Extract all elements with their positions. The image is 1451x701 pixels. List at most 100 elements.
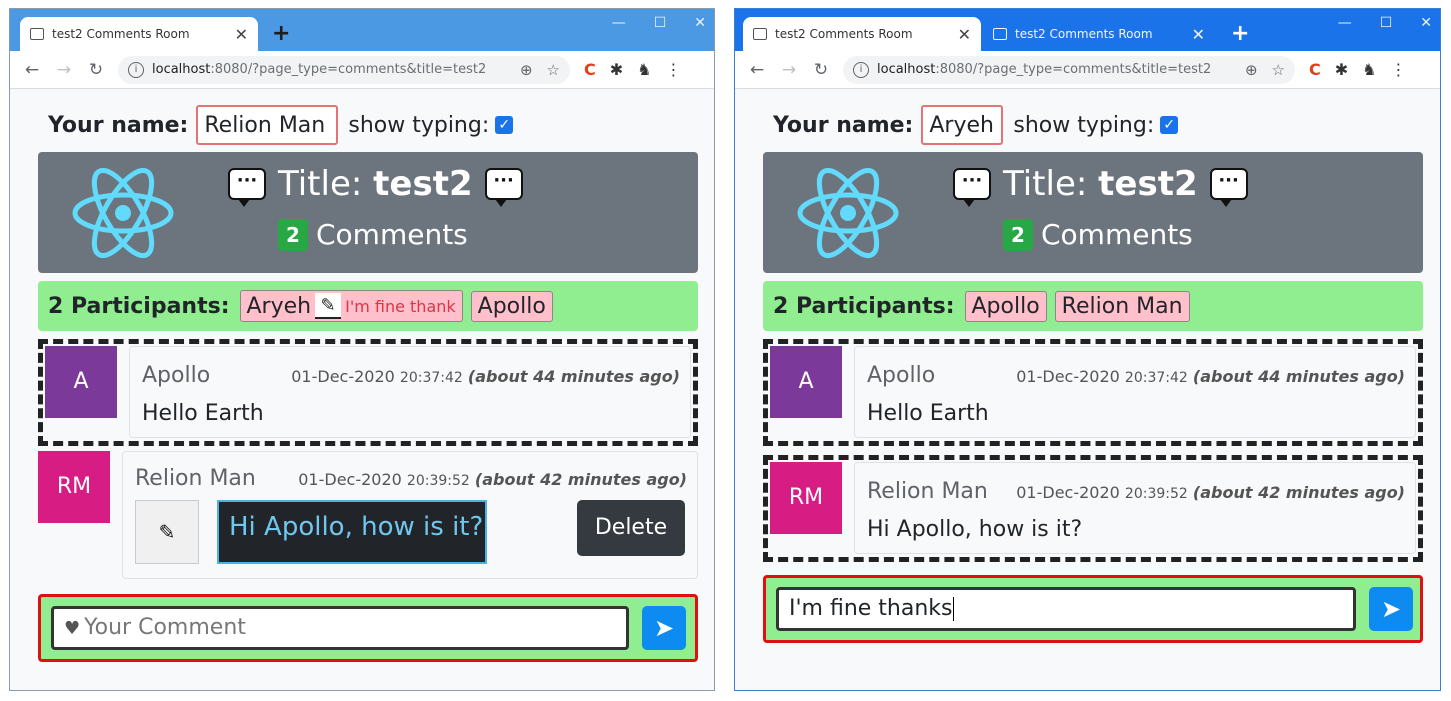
url-field[interactable]: i localhost:8080/?page_type=comments&tit… — [843, 55, 1295, 84]
reload-icon[interactable]: ↻ — [80, 60, 112, 80]
comment-item: A Apollo 01-Dec-2020 20:37:42 (about 44 … — [38, 339, 698, 446]
participant-name: Apollo — [477, 293, 546, 319]
maximize-icon[interactable]: ☐ — [1380, 15, 1393, 31]
close-icon[interactable]: ✕ — [958, 25, 971, 44]
close-window-icon[interactable]: ✕ — [1420, 15, 1432, 31]
extension-c-icon[interactable]: C — [1309, 60, 1321, 79]
relative-time: (about 44 minutes ago) — [467, 367, 680, 386]
comment-item: RM Relion Man 01-Dec-2020 20:39:52 (abou… — [38, 451, 698, 581]
comment-date: 01-Dec-2020 20:37:42 (about 44 minutes a… — [291, 367, 680, 386]
send-icon: ➤ — [653, 614, 675, 642]
menu-dots-icon[interactable]: ⋮ — [666, 60, 682, 79]
info-icon[interactable]: i — [128, 61, 144, 78]
comment-date: 01-Dec-2020 20:37:42 (about 44 minutes a… — [1016, 367, 1405, 386]
date-text: 01-Dec-2020 — [291, 367, 395, 386]
heart-icon: ♥ — [64, 618, 81, 639]
comment-tab-icon — [30, 28, 44, 40]
minimize-icon[interactable]: — — [612, 15, 626, 31]
relative-time: (about 42 minutes ago) — [1192, 483, 1405, 502]
title-bar: test2 Comments Room ✕ + — ☐ ✕ — [10, 9, 714, 51]
address-bar: ← → ↻ i localhost:8080/?page_type=commen… — [735, 51, 1440, 89]
relative-time: (about 42 minutes ago) — [474, 470, 687, 489]
time-text: 20:37:42 — [1124, 370, 1188, 386]
text-caret — [952, 597, 954, 621]
edit-comment-field[interactable]: Hi Apollo, how is it? — [217, 500, 487, 564]
date-text: 01-Dec-2020 — [298, 470, 402, 489]
time-text: 20:39:52 — [406, 473, 470, 489]
maximize-icon[interactable]: ☐ — [654, 15, 667, 31]
date-text: 01-Dec-2020 — [1016, 483, 1120, 502]
extensions: C ✱ ♞ ⋮ — [584, 60, 682, 79]
browser-tab[interactable]: test2 Comments Room ✕ — [743, 17, 981, 51]
avatar: A — [770, 346, 842, 418]
browser-window-left: test2 Comments Room ✕ + — ☐ ✕ ← → ↻ i lo… — [9, 8, 715, 691]
new-tab-icon[interactable]: + — [272, 21, 290, 46]
comment-author: Apollo — [867, 363, 936, 388]
tab-title: test2 Comments Room — [52, 27, 190, 41]
comment-card: Relion Man 01-Dec-2020 20:39:52 (about 4… — [122, 451, 698, 579]
speech-bubble-icon: ··· — [1209, 168, 1248, 207]
send-button[interactable]: ➤ — [1369, 587, 1413, 631]
comment-input-value: I'm fine thanks — [789, 596, 953, 621]
send-button[interactable]: ➤ — [642, 606, 686, 650]
comment-card: Relion Man 01-Dec-2020 20:39:52 (about 4… — [854, 462, 1416, 554]
avatar: RM — [38, 451, 110, 523]
participant-pill: Relion Man — [1054, 290, 1190, 322]
close-window-icon[interactable]: ✕ — [694, 15, 706, 31]
extension-animal-icon[interactable]: ♞ — [1362, 60, 1376, 79]
back-icon[interactable]: ← — [16, 60, 48, 80]
participant-pill: Apollo — [964, 290, 1047, 322]
comment-item: RM Relion Man 01-Dec-2020 20:39:52 (abou… — [763, 455, 1423, 562]
close-icon[interactable]: ✕ — [235, 25, 248, 44]
menu-dots-icon[interactable]: ⋮ — [1391, 60, 1407, 79]
close-icon[interactable]: ✕ — [1192, 25, 1205, 44]
url-path: :8080/?page_type=comments&title=test2 — [935, 62, 1212, 77]
back-icon[interactable]: ← — [741, 60, 773, 80]
bookmark-star-icon[interactable]: ☆ — [547, 61, 560, 79]
info-icon[interactable]: i — [853, 61, 869, 78]
bookmark-star-icon[interactable]: ☆ — [1272, 61, 1285, 79]
extension-animal-icon[interactable]: ♞ — [637, 60, 651, 79]
comment-author: Relion Man — [867, 479, 988, 504]
forward-icon[interactable]: → — [48, 60, 80, 80]
reload-icon[interactable]: ↻ — [805, 60, 837, 80]
minimize-icon[interactable]: — — [1338, 15, 1352, 31]
speech-bubble-icon: ··· — [484, 168, 523, 207]
comment-input[interactable]: I'm fine thanks — [776, 587, 1356, 631]
puzzle-icon[interactable]: ✱ — [610, 60, 623, 79]
window-controls: — ☐ ✕ — [612, 15, 706, 31]
avatar: A — [45, 346, 117, 418]
url-field[interactable]: i localhost:8080/?page_type=comments&tit… — [118, 55, 570, 84]
zoom-icon[interactable]: ⊕ — [1245, 61, 1258, 79]
react-logo-icon — [797, 167, 899, 259]
comments-label: Comments — [1041, 218, 1193, 251]
show-typing-checkbox[interactable]: ✓ — [1160, 116, 1179, 134]
browser-tab[interactable]: test2 Comments Room ✕ — [20, 17, 258, 51]
your-name-input[interactable] — [921, 105, 1004, 145]
show-typing-label: show typing: — [348, 112, 490, 138]
window-controls: — ☐ ✕ — [1338, 15, 1432, 31]
url-path: :8080/?page_type=comments&title=test2 — [210, 62, 487, 77]
edit-button[interactable]: ✎ — [135, 500, 199, 564]
room-title: ··· Title: test2 ··· — [953, 164, 1248, 207]
page-content: Your name: show typing: ✓ ··· Title: tes… — [10, 89, 714, 690]
new-tab-icon[interactable]: + — [1231, 21, 1249, 46]
delete-button[interactable]: Delete — [577, 500, 685, 556]
comment-text: Hello Earth — [867, 401, 989, 426]
comment-tab-icon — [993, 28, 1007, 40]
comment-tab-icon — [753, 28, 767, 40]
zoom-icon[interactable]: ⊕ — [520, 61, 533, 79]
puzzle-icon[interactable]: ✱ — [1335, 60, 1348, 79]
browser-tab[interactable]: test2 Comments Room ✕ — [983, 17, 1215, 51]
extensions: C ✱ ♞ ⋮ — [1309, 60, 1407, 79]
comment-count-badge: 2 — [278, 218, 308, 251]
time-text: 20:39:52 — [1124, 486, 1188, 502]
forward-icon[interactable]: → — [773, 60, 805, 80]
your-name-label: Your name: — [48, 112, 189, 138]
date-text: 01-Dec-2020 — [1016, 367, 1120, 386]
participant-pill: Aryeh ✎ I'm fine thank — [239, 290, 463, 322]
comment-input[interactable]: ♥ Your Comment — [51, 606, 629, 650]
your-name-input[interactable] — [196, 105, 339, 145]
show-typing-checkbox[interactable]: ✓ — [495, 116, 514, 134]
extension-c-icon[interactable]: C — [584, 60, 596, 79]
